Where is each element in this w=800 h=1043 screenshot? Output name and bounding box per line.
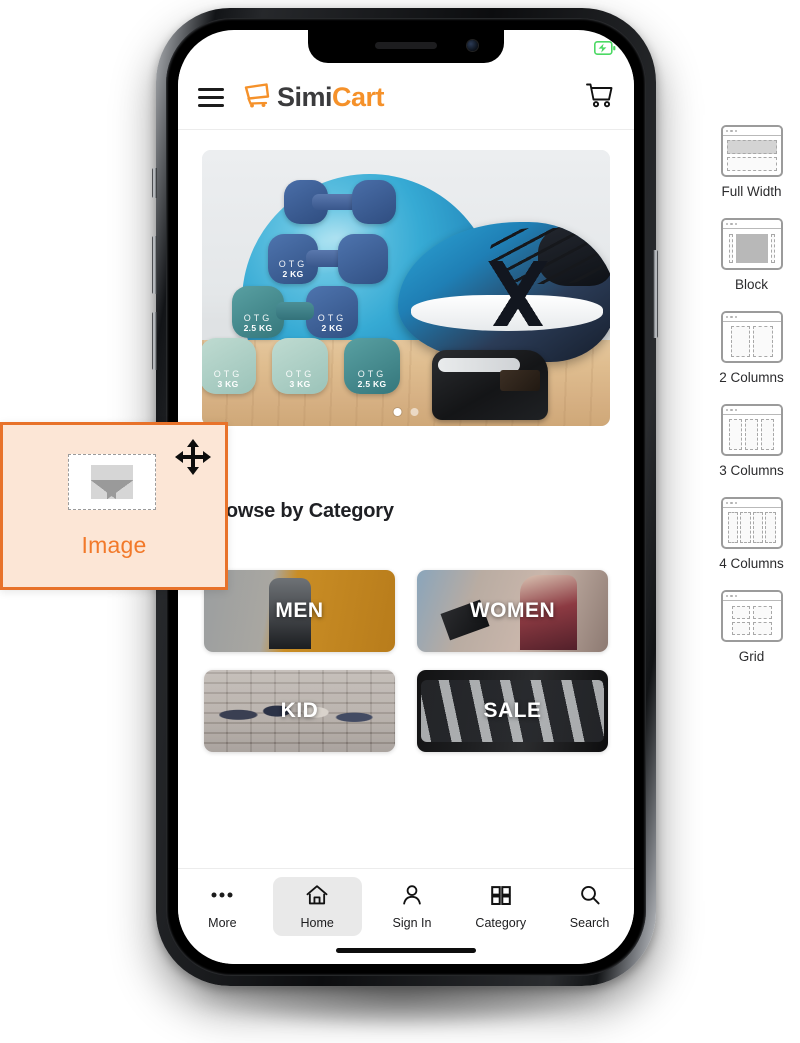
home-indicator-bar — [336, 948, 476, 953]
layout-option-4-columns[interactable]: 4 Columns — [703, 497, 800, 571]
nav-label: More — [208, 916, 237, 930]
layout-option-block[interactable]: Block — [703, 218, 800, 292]
more-dots-icon — [209, 884, 235, 911]
battery-charging-icon — [594, 41, 616, 55]
layout-4-columns-icon — [720, 497, 783, 549]
layout-grid-icon — [720, 590, 783, 642]
hero-banner-carousel[interactable]: OTG 2 KG OTG 2.5 KG OTG 2 KG OTG 3 KG OTG 3 K… — [202, 150, 610, 426]
home-icon — [304, 884, 330, 911]
layout-block-icon — [720, 218, 783, 270]
phone-volume-down-button[interactable] — [152, 312, 157, 370]
shopping-cart-icon[interactable] — [584, 81, 614, 114]
phone-notch — [308, 30, 504, 63]
layout-option-label: 2 Columns — [719, 370, 784, 385]
carousel-dot-2[interactable] — [410, 408, 419, 416]
category-card-women[interactable]: WOMEN — [417, 570, 608, 652]
screenshot-root: SimiCart OTG 2 KG OTG 2.5 KG OTG 2 KG OT… — [0, 0, 800, 1043]
dumbbell-25kg-b: OTG 2.5 KG — [344, 338, 400, 394]
simicart-cart-logo-icon — [242, 81, 272, 114]
category-label: SALE — [483, 699, 542, 722]
phone-power-button[interactable] — [653, 250, 658, 338]
image-widget-label: Image — [81, 531, 147, 558]
phone-volume-up-button[interactable] — [152, 236, 157, 294]
layout-option-3-columns[interactable]: 3 Columns — [703, 404, 800, 478]
category-label: KID — [280, 699, 319, 722]
hamburger-menu-icon[interactable] — [198, 88, 224, 107]
search-icon — [577, 884, 603, 911]
layout-option-label: 4 Columns — [719, 556, 784, 571]
page-title-browse-by-category: Browse by Category — [204, 500, 394, 522]
layout-option-2-columns[interactable]: 2 Columns — [703, 311, 800, 385]
dumbbell-3kg-a: OTG 3 KG — [202, 338, 256, 394]
nav-label: Search — [569, 916, 610, 930]
logo-text-primary: Simi — [277, 82, 333, 112]
logo-text-accent: Cart — [332, 82, 385, 112]
layout-full-width-icon — [720, 125, 783, 177]
user-icon — [399, 884, 425, 911]
fitness-glove — [432, 350, 548, 420]
layout-options-panel: Full Width Block 2 Columns 3 Columns 4 C… — [703, 115, 800, 901]
carousel-dot-1[interactable] — [393, 408, 402, 416]
app-header: SimiCart — [178, 66, 634, 130]
layout-option-label: Block — [734, 277, 768, 292]
earpiece-speaker — [375, 42, 437, 49]
layout-option-label: Grid — [738, 649, 765, 664]
category-label: MEN — [275, 599, 324, 622]
nav-item-more[interactable]: More — [178, 877, 267, 936]
move-arrows-icon[interactable] — [173, 437, 213, 477]
category-card-men[interactable]: MEN — [204, 570, 395, 652]
front-camera — [467, 40, 478, 51]
layout-2-columns-icon — [720, 311, 783, 363]
nav-item-category[interactable]: Category — [456, 877, 545, 936]
layout-option-label: Full Width — [721, 184, 782, 199]
dumbbell-2kg-right — [352, 180, 396, 224]
image-widget-overlay[interactable]: Image — [0, 422, 228, 590]
layout-option-grid[interactable]: Grid — [703, 590, 800, 664]
layout-option-full-width[interactable]: Full Width — [703, 125, 800, 199]
dumbbell-3kg-b: OTG 3 KG — [272, 338, 328, 394]
category-card-kid[interactable]: KID — [204, 670, 395, 752]
dumbbell-plain-b — [338, 234, 388, 284]
category-card-sale[interactable]: SALE — [417, 670, 608, 752]
grid-icon — [488, 884, 514, 911]
layout-option-label: 3 Columns — [719, 463, 784, 478]
phone-silent-switch[interactable] — [152, 168, 157, 198]
nav-label: Category — [475, 916, 527, 930]
category-label: WOMEN — [469, 599, 556, 622]
nav-item-home[interactable]: Home — [272, 877, 362, 936]
nav-label: Sign In — [392, 916, 432, 930]
image-placeholder-icon — [68, 453, 156, 510]
simicart-logo[interactable]: SimiCart — [242, 81, 385, 114]
carousel-dots[interactable] — [393, 408, 419, 416]
nav-item-sign-in[interactable]: Sign In — [368, 877, 457, 936]
nav-item-search[interactable]: Search — [545, 877, 634, 936]
dumbbell-bar-3 — [276, 302, 314, 320]
phone-screen: SimiCart OTG 2 KG OTG 2.5 KG OTG 2 KG OT… — [178, 30, 634, 964]
layout-3-columns-icon — [720, 404, 783, 456]
category-grid: MEN WOMEN KID SALE — [204, 570, 608, 752]
nav-label: Home — [300, 916, 334, 930]
